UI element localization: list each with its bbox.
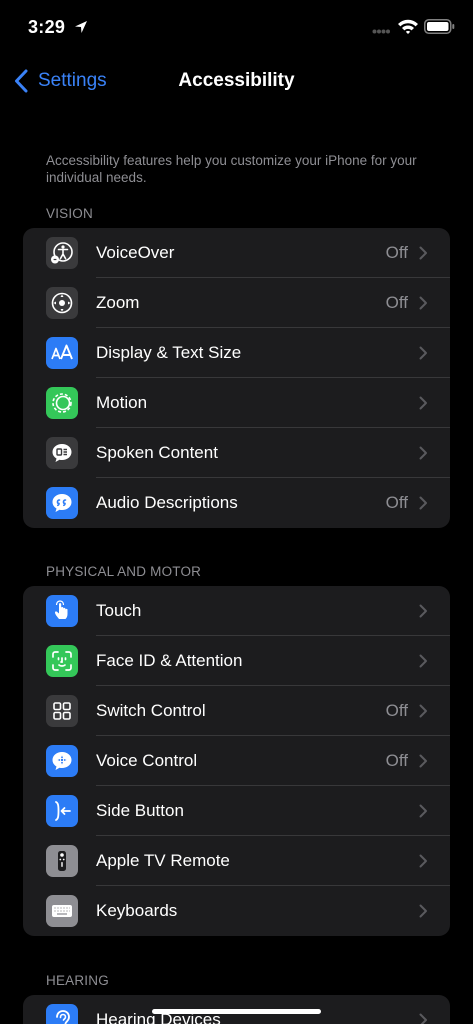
chevron-right-icon — [419, 296, 427, 310]
row-voiceover[interactable]: VoiceOver Off — [23, 228, 450, 278]
row-spoken-content[interactable]: Spoken Content — [23, 428, 450, 478]
ear-icon — [46, 1004, 78, 1024]
row-display-text-size[interactable]: Display & Text Size — [23, 328, 450, 378]
face-id-icon — [46, 645, 78, 677]
row-label: Motion — [96, 393, 148, 412]
row-zoom[interactable]: Zoom Off — [23, 278, 450, 328]
chevron-right-icon — [419, 704, 427, 718]
chevron-right-icon — [419, 496, 427, 510]
row-label: Keyboards — [96, 901, 178, 920]
row-label: Touch — [96, 601, 142, 620]
row-side-button[interactable]: Side Button — [23, 786, 450, 836]
chevron-right-icon — [419, 654, 427, 668]
side-button-icon — [46, 795, 78, 827]
row-label: Switch Control — [96, 701, 206, 720]
chevron-right-icon — [419, 804, 427, 818]
chevron-right-icon — [419, 396, 427, 410]
row-label: Side Button — [96, 801, 184, 820]
chevron-right-icon — [419, 904, 427, 918]
keyboard-icon — [46, 895, 78, 927]
row-label: Display & Text Size — [96, 343, 242, 362]
row-value: Off — [385, 293, 408, 312]
home-indicator[interactable] — [152, 1009, 321, 1014]
voiceover-icon — [46, 237, 78, 269]
status-bar: 3:29 — [0, 0, 473, 56]
section-header-vision: VISION — [46, 206, 93, 221]
row-apple-tv-remote[interactable]: Apple TV Remote — [23, 836, 450, 886]
voice-control-icon — [46, 745, 78, 777]
chevron-right-icon — [419, 246, 427, 260]
row-label: Audio Descriptions — [96, 493, 238, 512]
row-label: Spoken Content — [96, 443, 218, 462]
row-label: VoiceOver — [96, 243, 175, 262]
chevron-right-icon — [419, 754, 427, 768]
row-label: Zoom — [96, 293, 140, 312]
row-label: Voice Control — [96, 751, 198, 770]
wifi-icon — [398, 19, 418, 34]
battery-icon — [424, 19, 455, 34]
row-switch-control[interactable]: Switch Control Off — [23, 686, 450, 736]
row-voice-control[interactable]: Voice Control Off — [23, 736, 450, 786]
row-face-id-attention[interactable]: Face ID & Attention — [23, 636, 450, 686]
section-header-physical-motor: PHYSICAL AND MOTOR — [46, 564, 202, 579]
settings-group-physical-motor: Touch Face ID & Attention Switch Control… — [23, 586, 450, 936]
chevron-right-icon — [419, 1013, 427, 1024]
text-size-icon — [46, 337, 78, 369]
row-value: Off — [385, 751, 408, 770]
chevron-right-icon — [419, 604, 427, 618]
spoken-content-icon — [46, 437, 78, 469]
intro-text: Accessibility features help you customiz… — [46, 153, 417, 185]
row-label: Face ID & Attention — [96, 651, 243, 670]
row-audio-descriptions[interactable]: Audio Descriptions Off — [23, 478, 450, 528]
cellular-signal-icon — [372, 29, 390, 34]
zoom-icon — [46, 287, 78, 319]
navigation-bar: Settings Accessibility — [0, 56, 473, 104]
section-header-hearing: HEARING — [46, 973, 109, 988]
row-value: Off — [385, 701, 408, 720]
switch-control-icon — [46, 695, 78, 727]
chevron-right-icon — [419, 346, 427, 360]
chevron-right-icon — [419, 854, 427, 868]
chevron-right-icon — [419, 446, 427, 460]
row-touch[interactable]: Touch — [23, 586, 450, 636]
motion-icon — [46, 387, 78, 419]
page-title: Accessibility — [178, 70, 295, 91]
status-time: 3:29 — [28, 17, 66, 37]
tv-remote-icon — [46, 845, 78, 877]
row-label: Apple TV Remote — [96, 851, 230, 870]
row-keyboards[interactable]: Keyboards — [23, 886, 450, 936]
location-arrow-icon — [75, 21, 87, 33]
touch-icon — [46, 595, 78, 627]
row-motion[interactable]: Motion — [23, 378, 450, 428]
audio-descriptions-icon — [46, 487, 78, 519]
row-value: Off — [385, 493, 408, 512]
settings-group-vision: VoiceOver Off Zoom Off Display & Text Si… — [23, 228, 450, 528]
row-value: Off — [385, 243, 408, 262]
